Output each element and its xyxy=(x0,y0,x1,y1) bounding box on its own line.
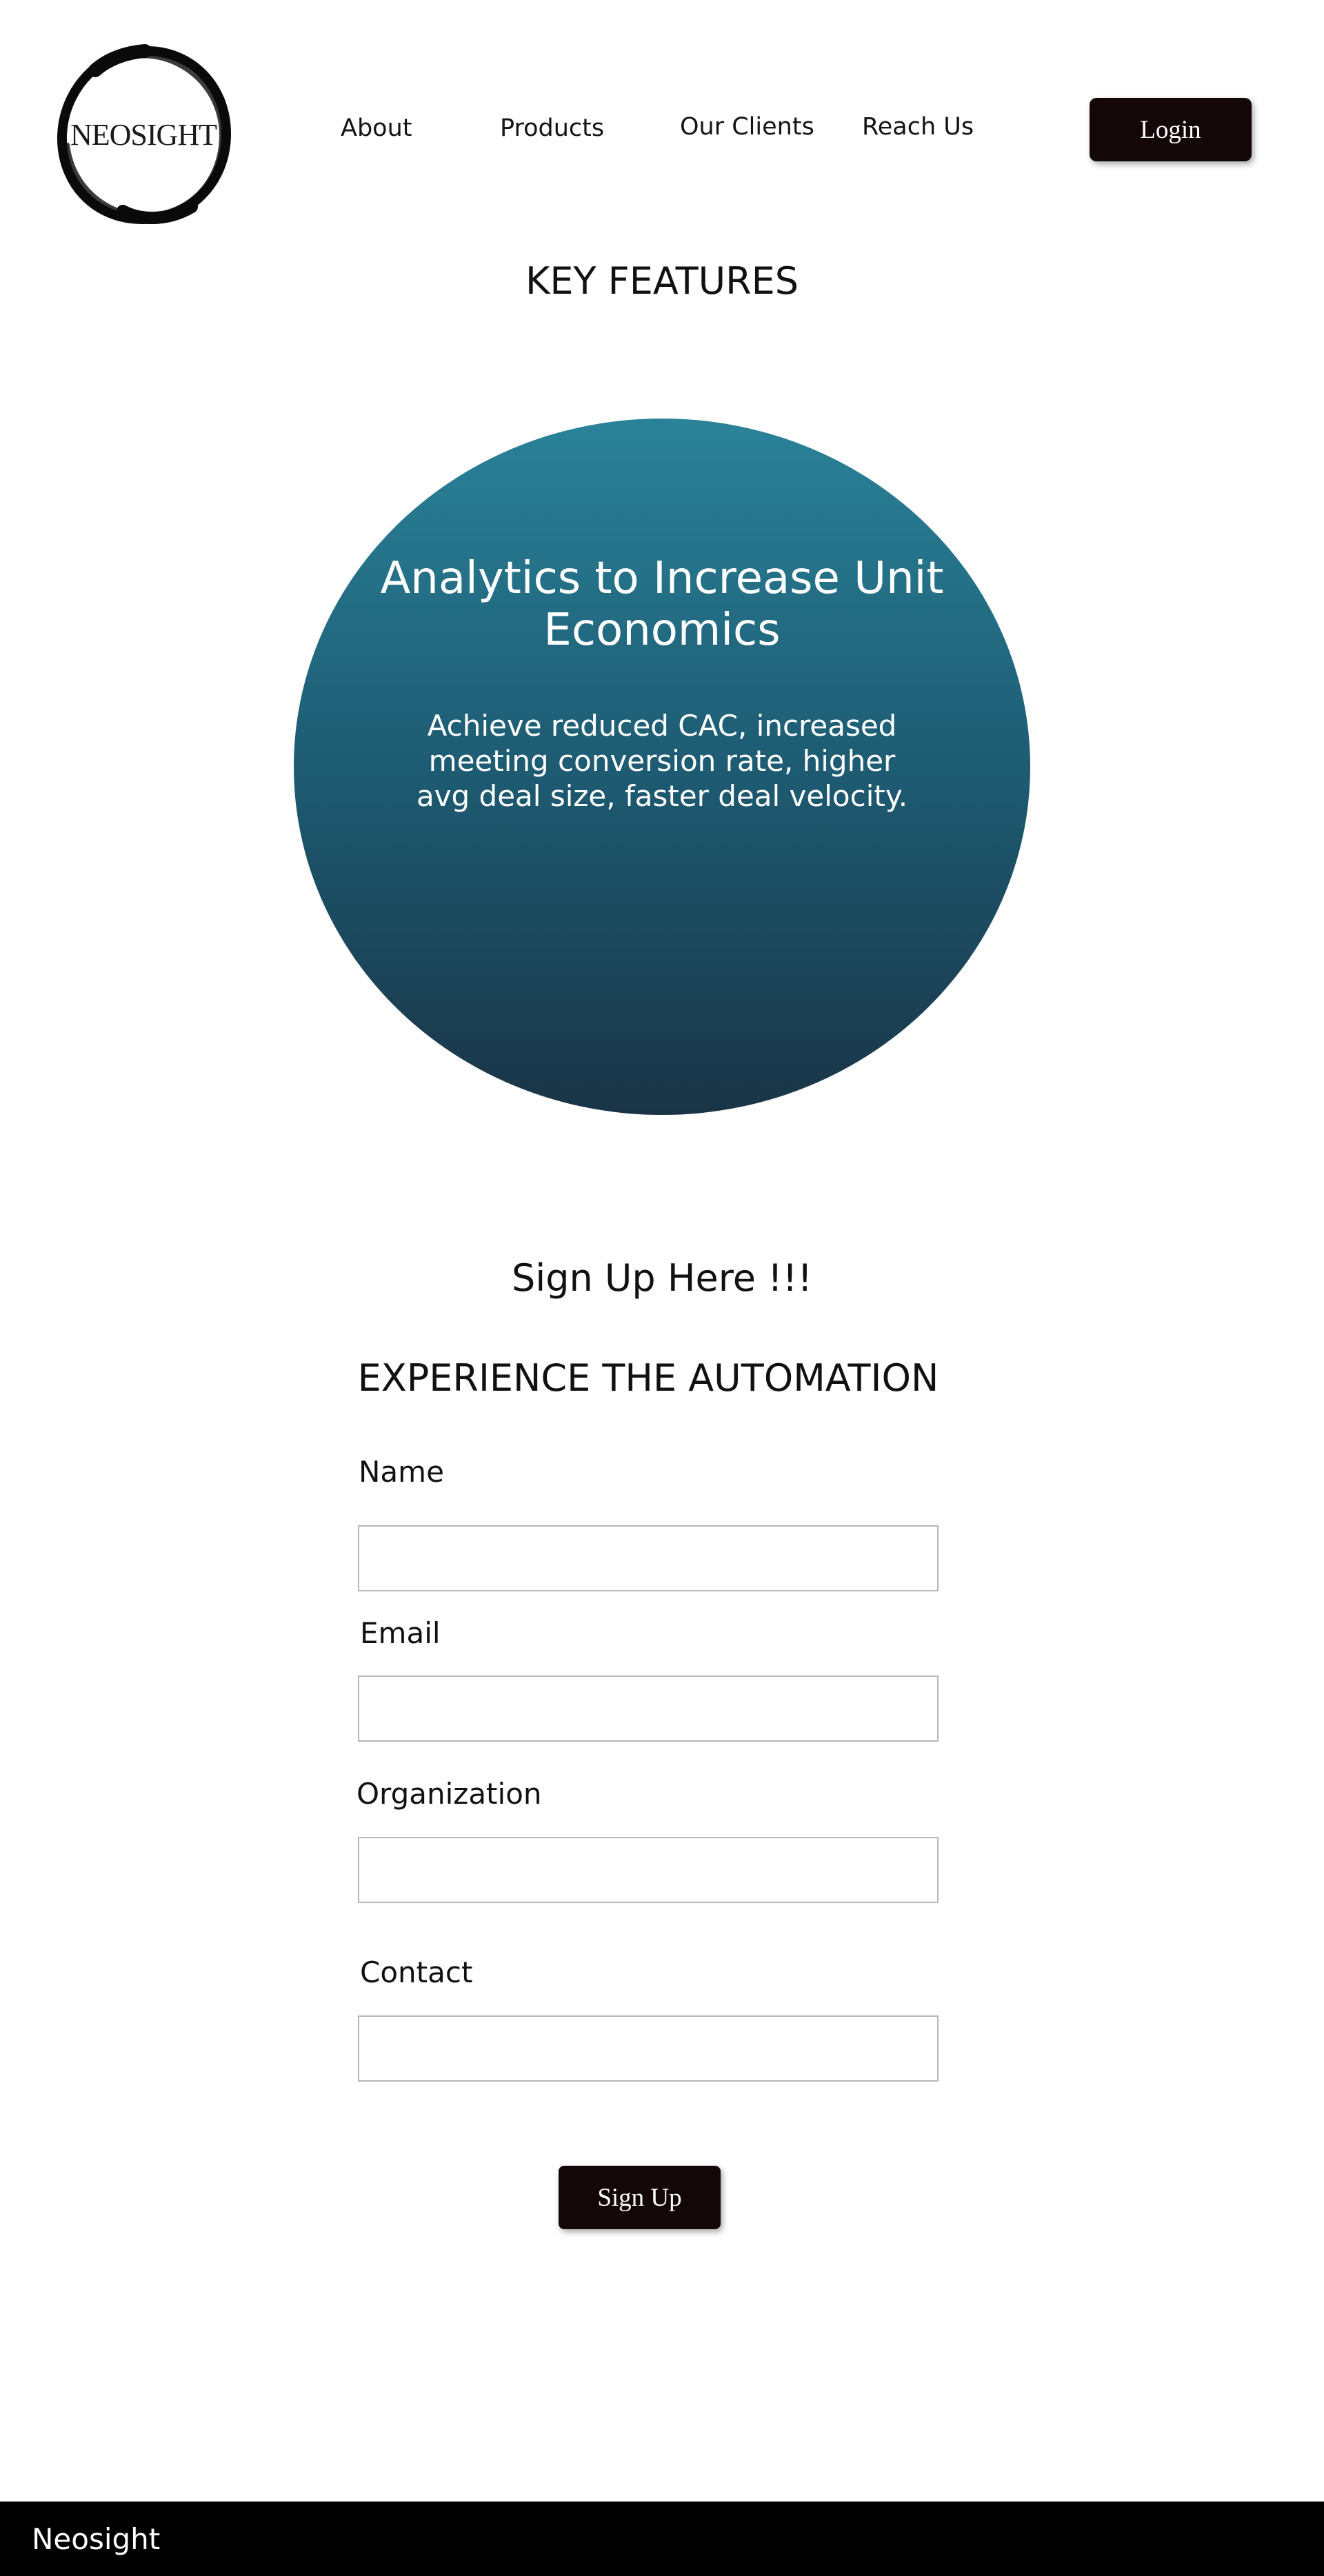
footer: Neosight xyxy=(0,2502,1324,2576)
email-field[interactable] xyxy=(358,1676,939,1742)
contact-field[interactable] xyxy=(358,2015,939,2082)
name-field[interactable] xyxy=(358,1525,939,1591)
nav-link-about[interactable]: About xyxy=(341,114,412,142)
organization-label: Organization xyxy=(357,1777,542,1811)
page: NEOSIGHT About Products Our Clients Reac… xyxy=(0,0,1324,2576)
email-label: Email xyxy=(360,1616,441,1650)
login-button[interactable]: Login xyxy=(1090,98,1252,161)
organization-field[interactable] xyxy=(358,1837,939,1903)
signup-heading: Sign Up Here !!! xyxy=(511,1256,813,1300)
feature-card-title: Analytics to Increase Unit Economics xyxy=(380,553,944,656)
logo-text: NEOSIGHT xyxy=(70,117,217,152)
footer-brand: Neosight xyxy=(32,2522,161,2556)
signup-subheading: EXPERIENCE THE AUTOMATION xyxy=(357,1356,939,1400)
feature-card-description: Achieve reduced CAC, increased meeting c… xyxy=(416,709,908,813)
key-features-title: KEY FEATURES xyxy=(525,259,799,303)
feature-card: Analytics to Increase Unit Economics Ach… xyxy=(294,419,1030,1115)
nav-link-reach-us[interactable]: Reach Us xyxy=(862,113,974,141)
name-label: Name xyxy=(359,1455,444,1489)
nav-link-products[interactable]: Products xyxy=(500,114,604,142)
neosight-logo[interactable]: NEOSIGHT xyxy=(54,41,233,228)
nav-link-our-clients[interactable]: Our Clients xyxy=(680,113,814,141)
contact-label: Contact xyxy=(360,1955,473,1989)
sign-up-button[interactable]: Sign Up xyxy=(559,2166,721,2229)
